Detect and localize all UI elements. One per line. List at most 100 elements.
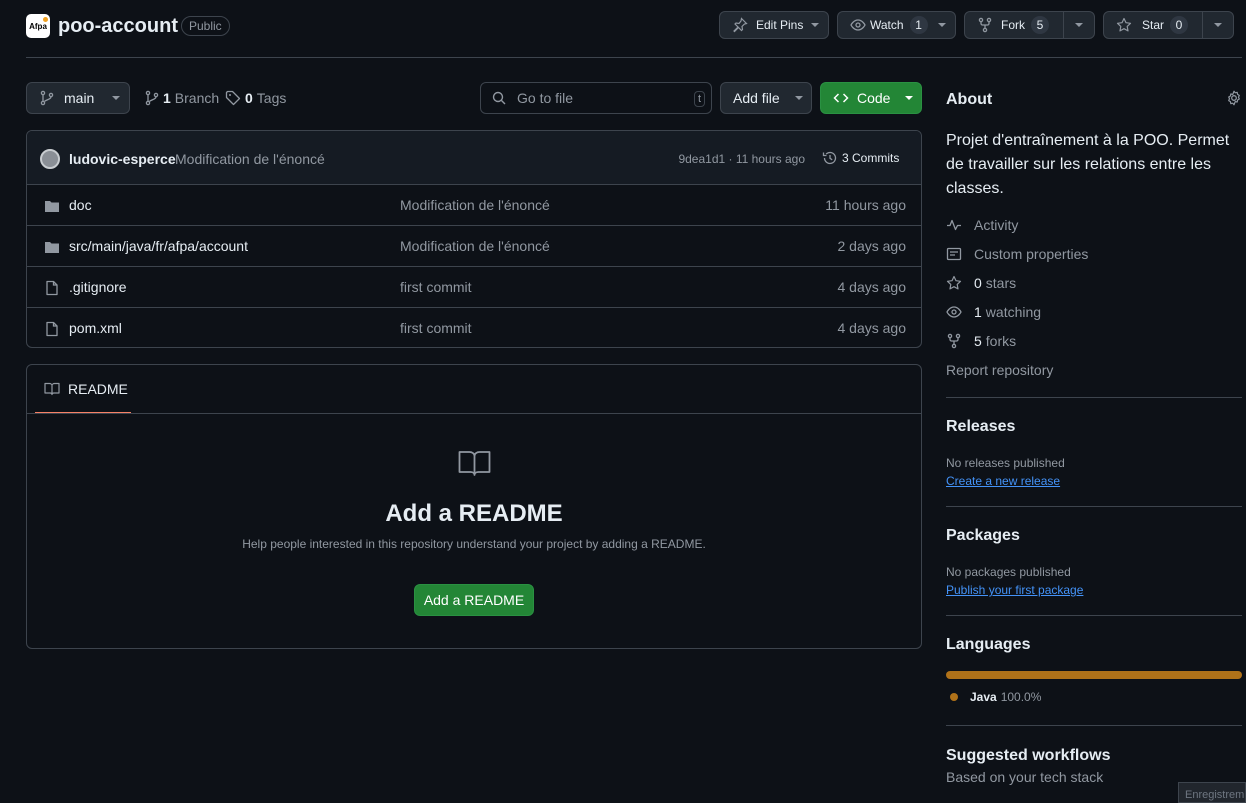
tags-link[interactable]: 0 Tags	[225, 90, 286, 106]
edit-pins-label: Edit Pins	[756, 18, 804, 32]
file-commit-message[interactable]: first commit	[400, 320, 472, 336]
about-description: Projet d'entraînement à la POO. Permet d…	[946, 132, 1230, 197]
fork-count: 5	[1031, 16, 1049, 34]
repo-name-link[interactable]: poo-account	[58, 15, 178, 38]
edit-pins-button[interactable]: Edit Pins	[719, 11, 829, 39]
tag-count: 0	[245, 90, 253, 106]
workflows-subtitle: Based on your tech stack	[946, 769, 1104, 785]
visibility-badge: Public	[181, 16, 230, 36]
watching-label: watching	[985, 304, 1042, 320]
gear-icon[interactable]	[1226, 90, 1242, 106]
owner-avatar-text: Afpa	[29, 21, 47, 31]
note-icon	[946, 246, 974, 262]
chevron-down-icon	[937, 23, 946, 27]
stars-link[interactable]: 0 stars	[946, 273, 1016, 293]
star-count: 0	[1170, 16, 1189, 34]
watching-link[interactable]: 1 watching	[946, 302, 1041, 322]
file-commit-date: 11 hours ago	[825, 197, 906, 213]
fork-label: Fork	[1001, 18, 1025, 32]
owner-avatar[interactable]: Afpa	[26, 14, 50, 38]
custom-properties-label: Custom properties	[974, 246, 1089, 262]
readme-tab[interactable]: README	[35, 365, 131, 414]
language-item[interactable]: Java 100.0%	[950, 690, 1041, 704]
custom-properties-link[interactable]: Custom properties	[946, 244, 1088, 264]
stars-count: 0	[974, 275, 982, 291]
file-row[interactable]: pom.xml first commit 4 days ago	[27, 307, 921, 347]
language-bar	[946, 671, 1242, 679]
language-color-dot	[950, 693, 958, 701]
chevron-down-icon	[1075, 23, 1083, 27]
readme-box: README Add a README Help people interest…	[26, 364, 922, 649]
forks-label: forks	[985, 333, 1017, 349]
branch-select-button[interactable]: main	[26, 82, 130, 114]
publish-package-link[interactable]: Publish your first package	[946, 583, 1083, 597]
packages-heading[interactable]: Packages	[946, 527, 1020, 545]
add-readme-button[interactable]: Add a README	[414, 584, 534, 616]
goto-file-placeholder: Go to file	[517, 90, 574, 106]
star-dropdown-button[interactable]	[1202, 11, 1234, 39]
commits-link[interactable]: 3 Commits	[822, 150, 899, 166]
chevron-down-icon	[811, 23, 820, 27]
star-icon	[1116, 17, 1132, 33]
latest-commit-bar: ludovic-esperce Modification de l'énoncé…	[27, 131, 921, 184]
git-branch-icon	[39, 90, 55, 106]
watching-count: 1	[974, 304, 982, 320]
code-button[interactable]: Code	[820, 82, 922, 114]
goto-shortcut-key: t	[693, 91, 705, 107]
file-icon	[44, 321, 60, 337]
report-repository-link[interactable]: Report repository	[946, 362, 1053, 378]
commit-author-link[interactable]: ludovic-esperce	[69, 151, 176, 167]
goto-file-input[interactable]: Go to file t	[480, 82, 712, 114]
fork-dropdown-button[interactable]	[1063, 11, 1095, 39]
book-icon	[44, 381, 60, 397]
code-icon	[833, 90, 849, 106]
chevron-down-icon	[794, 96, 803, 100]
branches-link[interactable]: 1 Branch	[144, 90, 219, 106]
star-label: Star	[1142, 18, 1165, 32]
activity-link[interactable]: Activity	[946, 215, 1018, 235]
avatar-dot	[43, 17, 48, 22]
file-name-link[interactable]: pom.xml	[69, 320, 122, 336]
file-name-link[interactable]: .gitignore	[69, 279, 127, 295]
author-avatar[interactable]	[40, 149, 60, 169]
releases-empty: No releases published	[946, 456, 1065, 470]
releases-heading[interactable]: Releases	[946, 418, 1015, 436]
star-button[interactable]: Star 0	[1103, 11, 1203, 39]
sidebar-divider	[946, 725, 1242, 726]
file-row[interactable]: doc Modification de l'énoncé 11 hours ag…	[27, 184, 921, 225]
file-icon	[44, 280, 60, 296]
add-file-button[interactable]: Add file	[720, 82, 812, 114]
file-name-link[interactable]: src/main/java/fr/afpa/account	[69, 238, 248, 254]
fork-button[interactable]: Fork 5	[964, 11, 1064, 39]
watch-label: Watch	[870, 18, 904, 32]
branch-count: 1	[163, 90, 171, 106]
workflows-heading: Suggested workflows	[946, 747, 1111, 764]
file-name-link[interactable]: doc	[69, 197, 92, 213]
file-commit-message[interactable]: Modification de l'énoncé	[400, 197, 550, 213]
tag-label: Tags	[256, 90, 287, 106]
file-commit-date: 2 days ago	[837, 238, 907, 254]
file-commit-message[interactable]: Modification de l'énoncé	[400, 238, 550, 254]
readme-empty-title: Add a README	[385, 500, 563, 527]
file-commit-message[interactable]: first commit	[400, 279, 472, 295]
file-row[interactable]: src/main/java/fr/afpa/account Modificati…	[27, 225, 921, 266]
commit-hash-time[interactable]: 9dea1d1 · 11 hours ago	[678, 152, 805, 166]
readme-tab-label: README	[68, 380, 128, 397]
folder-icon	[44, 198, 60, 214]
stars-label: stars	[985, 275, 1017, 291]
code-label: Code	[857, 90, 891, 106]
file-row[interactable]: .gitignore first commit 4 days ago	[27, 266, 921, 307]
file-commit-date: 4 days ago	[837, 279, 907, 295]
forks-link[interactable]: 5 forks	[946, 331, 1016, 351]
chevron-down-icon	[905, 96, 914, 100]
packages-empty: No packages published	[946, 565, 1071, 579]
tag-icon	[225, 90, 241, 106]
create-release-link[interactable]: Create a new release	[946, 474, 1060, 488]
star-icon	[946, 275, 974, 291]
commit-message-link[interactable]: Modification de l'énoncé	[175, 151, 325, 167]
watch-button[interactable]: Watch 1	[837, 11, 956, 39]
fork-icon	[977, 17, 993, 33]
folder-icon	[44, 239, 60, 255]
watch-count: 1	[909, 16, 928, 34]
branch-label: Branch	[174, 90, 220, 106]
